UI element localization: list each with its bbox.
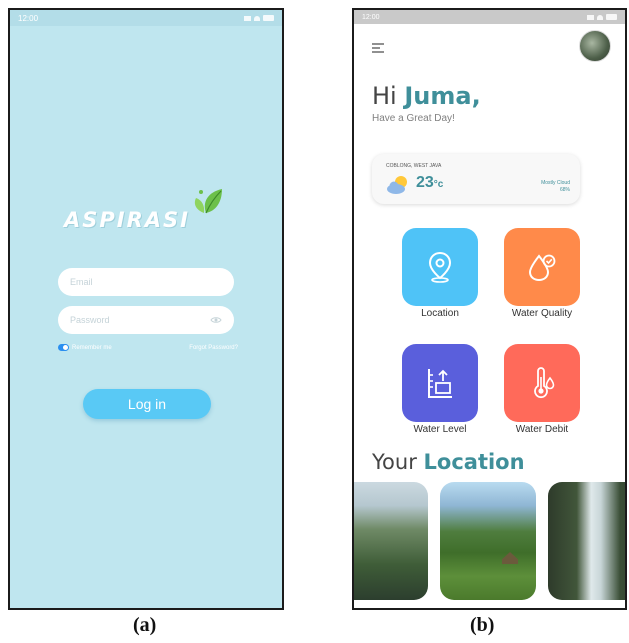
- avatar[interactable]: [579, 30, 611, 62]
- status-bar: 12:00: [10, 10, 282, 26]
- partly-cloudy-icon: [387, 176, 407, 194]
- eye-icon[interactable]: [210, 316, 222, 324]
- location-tile-label: Location: [421, 308, 459, 319]
- weather-temperature: 23°c: [416, 174, 443, 192]
- login-screen: 12:00 ASPIRASI Remember me Forgot Passwo…: [8, 8, 284, 610]
- condition-text: Mostly Cloud: [541, 180, 570, 186]
- water-debit-tile-label: Water Debit: [515, 424, 569, 435]
- water-level-tile-label: Water Level: [413, 424, 467, 435]
- location-pin-icon: [428, 251, 452, 283]
- email-field[interactable]: [70, 277, 222, 287]
- water-level-icon: [428, 369, 452, 398]
- greeting-subtitle: Have a Great Day!: [372, 113, 455, 124]
- wifi-icon: [597, 14, 603, 20]
- signal-icon: [587, 14, 594, 20]
- water-quality-tile-label: Water Quality: [511, 308, 573, 319]
- weather-card[interactable]: COBLONG, WEST JAVA 23°c Mostly Cloud 68%: [372, 154, 580, 204]
- login-button[interactable]: Log in: [83, 389, 211, 419]
- your-location-heading: Your Location: [372, 450, 525, 474]
- location-photo-rice-field[interactable]: [440, 482, 536, 600]
- leaf-logo-icon: [194, 189, 222, 214]
- caption-b: (b): [470, 614, 495, 636]
- temperature-value: 23: [416, 174, 434, 191]
- battery-icon: [606, 14, 617, 20]
- logo-text: ASPIRASI: [64, 208, 190, 232]
- location-photo-mountains[interactable]: [354, 482, 428, 600]
- password-field-container: [58, 306, 234, 334]
- water-drop-check-icon: [528, 254, 556, 282]
- remember-me-toggle[interactable]: Remember me: [58, 344, 112, 351]
- password-field[interactable]: [70, 315, 210, 325]
- location-photo-waterfall[interactable]: [548, 482, 625, 600]
- condition-percent: 68%: [559, 187, 570, 193]
- heading-highlight: Location: [423, 450, 525, 474]
- signal-icon: [244, 15, 251, 21]
- toggle-icon: [58, 344, 69, 351]
- greeting-hi: Hi: [372, 82, 405, 110]
- status-icons: [587, 14, 617, 20]
- status-icons: [244, 15, 274, 21]
- hut-shape: [502, 552, 518, 564]
- remember-me-label: Remember me: [72, 345, 112, 352]
- status-bar: 12:00: [354, 10, 625, 24]
- status-time: 12:00: [362, 13, 380, 21]
- water-quality-tile[interactable]: [504, 228, 580, 306]
- temperature-unit: °c: [433, 179, 444, 190]
- caption-a: (a): [133, 614, 157, 636]
- email-field-container: [58, 268, 234, 296]
- status-time: 12:00: [18, 13, 39, 23]
- weather-condition: Mostly Cloud 68%: [541, 180, 570, 194]
- location-tile[interactable]: [402, 228, 478, 306]
- wifi-icon: [254, 15, 260, 21]
- water-debit-tile[interactable]: [504, 344, 580, 422]
- weather-location: COBLONG, WEST JAVA: [386, 163, 442, 169]
- user-name: Juma,: [404, 82, 481, 110]
- battery-icon: [263, 15, 274, 21]
- menu-icon[interactable]: [370, 40, 386, 56]
- heading-prefix: Your: [372, 450, 424, 474]
- greeting-heading: Hi Juma,: [372, 82, 481, 110]
- forgot-password-link[interactable]: Forgot Password?: [189, 345, 238, 351]
- app-logo: ASPIRASI: [64, 186, 234, 246]
- thermometer-drop-icon: [534, 367, 555, 399]
- water-level-tile[interactable]: [402, 344, 478, 422]
- home-screen: 12:00 Hi Juma, Have a Great Day! COBLONG…: [352, 8, 627, 610]
- remember-row: Remember me Forgot Password?: [58, 344, 238, 351]
